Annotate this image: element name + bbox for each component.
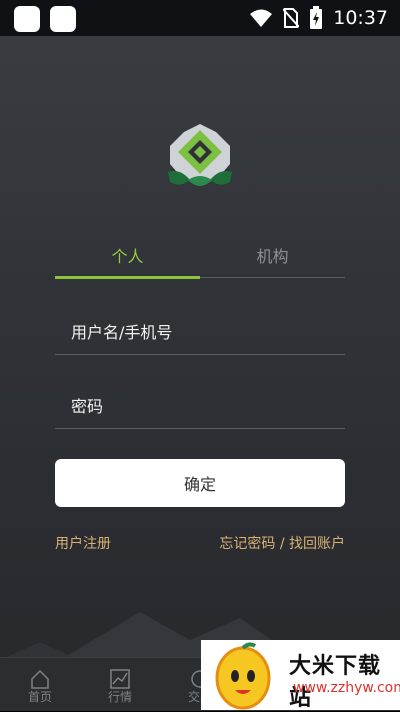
no-sim-icon [283, 8, 300, 28]
tab-institution[interactable]: 机构 [200, 240, 345, 276]
notification-icon [14, 6, 40, 32]
chart-icon [110, 669, 130, 689]
app-logo [168, 124, 232, 186]
nav-home-label: 首页 [27, 690, 52, 704]
status-bar: 10:37 [0, 0, 400, 36]
register-link[interactable]: 用户注册 [55, 533, 111, 553]
mascot-icon [215, 642, 271, 710]
battery-charging-icon [310, 6, 323, 29]
home-icon [31, 669, 49, 689]
clock: 10:37 [333, 7, 388, 29]
nav-market[interactable]: 行情 [80, 658, 160, 711]
login-screen: 10:37 个人 机构 确定 用户注册 忘记密码 / 找回账户 [0, 0, 400, 711]
wifi-icon [250, 9, 273, 27]
forgot-password-link[interactable]: 忘记密码 / 找回账户 [219, 533, 345, 553]
username-field-wrapper [55, 310, 345, 355]
watermark-banner: 大米下载站 www.zzhyw.com [201, 640, 400, 711]
password-field-wrapper [55, 384, 345, 429]
watermark-url: www.zzhyw.com [293, 680, 400, 696]
notification-icon [50, 6, 76, 32]
account-type-tabs: 个人 机构 [55, 240, 345, 280]
tab-personal[interactable]: 个人 [55, 240, 200, 276]
confirm-button[interactable]: 确定 [55, 459, 345, 507]
username-input[interactable] [55, 310, 345, 354]
tab-active-indicator [55, 276, 200, 279]
nav-market-label: 行情 [107, 690, 132, 704]
password-input[interactable] [55, 384, 345, 428]
nav-home[interactable]: 首页 [0, 658, 80, 711]
